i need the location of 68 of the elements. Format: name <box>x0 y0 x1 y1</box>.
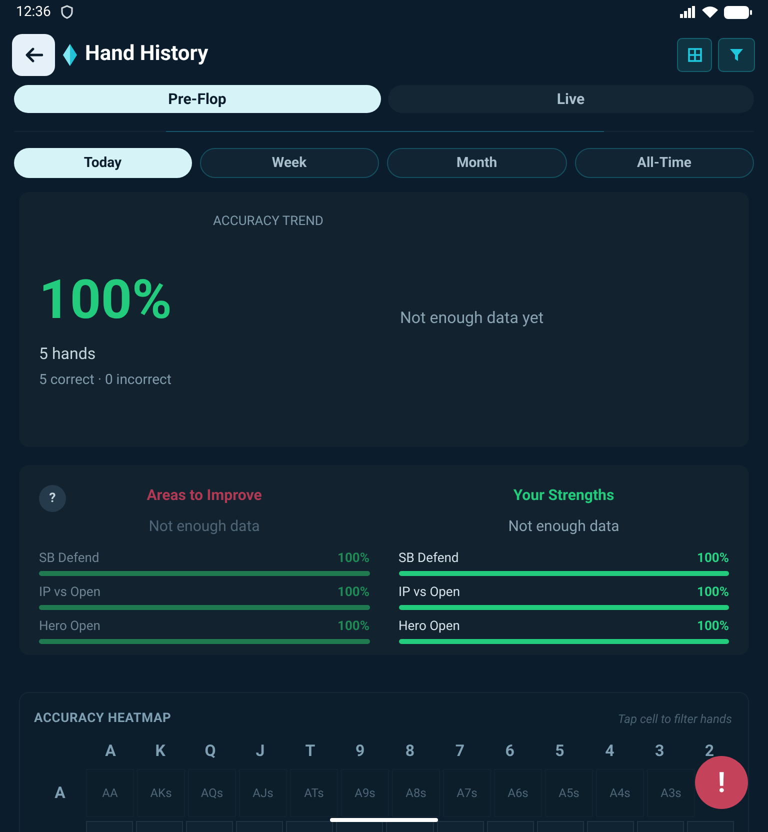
heatmap-cell[interactable]: A6s <box>494 768 542 816</box>
category-percent: 100% <box>697 550 729 568</box>
empty-message: Not enough data <box>507 516 620 536</box>
column-label: 6 <box>504 740 516 762</box>
back-arrow-icon <box>24 47 42 63</box>
category-percent: 100% <box>697 584 729 602</box>
heatmap-cell[interactable]: A3s <box>647 768 695 816</box>
heatmap-cell[interactable]: A8s <box>392 768 440 816</box>
mode-tab[interactable]: Live <box>388 85 754 113</box>
column-label: 3 <box>654 740 666 762</box>
period-tab[interactable]: Month <box>387 148 566 178</box>
category-label: IP vs Open <box>39 584 101 602</box>
heatmap-cell[interactable]: AA <box>86 768 134 816</box>
signal-icon <box>680 6 696 18</box>
diamond-icon <box>63 44 77 66</box>
heatmap-cell[interactable]: A4s <box>596 768 644 816</box>
filter-button[interactable] <box>718 38 755 72</box>
shield-icon <box>60 5 73 19</box>
column-label: K <box>154 740 166 762</box>
column-label: 7 <box>454 740 466 762</box>
section-title: Your Strengths <box>512 485 616 506</box>
heatmap-cell[interactable]: A9s <box>341 768 389 816</box>
result-breakdown: 5 correct · 0 incorrect <box>39 370 172 390</box>
mode-tab[interactable]: Pre-Flop <box>14 85 380 113</box>
grid-icon <box>688 48 702 62</box>
category-percent: 100% <box>338 550 370 568</box>
heatmap-cell[interactable]: ATs <box>290 768 338 816</box>
category-percent: 100% <box>697 618 729 636</box>
column-label: T <box>304 740 316 762</box>
row-label: A <box>54 782 66 804</box>
hands-count: 5 hands <box>39 342 97 364</box>
column-label: J <box>254 740 266 762</box>
wifi-icon <box>702 6 718 18</box>
filter-icon <box>730 49 743 61</box>
heatmap-title: ACCURACY HEATMAP <box>34 710 172 728</box>
heatmap-cell[interactable]: A7s <box>443 768 491 816</box>
heatmap-cell[interactable]: AJs <box>239 768 287 816</box>
grid-view-button[interactable] <box>677 38 712 72</box>
heatmap-cell[interactable]: AKs <box>137 768 185 816</box>
accuracy-value: 100% <box>39 274 173 328</box>
category-percent: 100% <box>338 618 370 636</box>
column-label: A <box>104 740 117 762</box>
period-tab[interactable]: Today <box>14 148 192 178</box>
empty-message: Not enough data <box>148 516 261 536</box>
period-tab[interactable]: All-Time <box>574 148 754 178</box>
column-label: 8 <box>404 740 416 762</box>
category-label: Hero Open <box>39 618 100 636</box>
help-button[interactable]: ? <box>39 485 66 512</box>
column-label: Q <box>204 740 217 762</box>
category-label: SB Defend <box>398 550 459 568</box>
category-label: SB Defend <box>39 550 100 568</box>
page-title: Hand History <box>85 41 208 68</box>
back-button[interactable] <box>12 34 55 76</box>
section-title: Areas to Improve <box>146 485 262 506</box>
heatmap-cell[interactable]: AQs <box>188 768 236 816</box>
category-percent: 100% <box>338 584 370 602</box>
status-time: 12:36 <box>16 2 51 22</box>
column-label: 5 <box>554 740 566 762</box>
heatmap-hint: Tap cell to filter hands <box>618 710 733 728</box>
heatmap-cell[interactable]: A5s <box>545 768 593 816</box>
trend-title: ACCURACY TREND <box>213 213 324 231</box>
category-label: Hero Open <box>398 618 460 636</box>
period-tab[interactable]: Week <box>200 148 379 178</box>
column-label: 9 <box>354 740 366 762</box>
column-label: 4 <box>604 740 616 762</box>
category-label: IP vs Open <box>398 584 460 602</box>
trend-empty-message: Not enough data yet <box>400 306 544 328</box>
battery-icon <box>724 6 752 18</box>
